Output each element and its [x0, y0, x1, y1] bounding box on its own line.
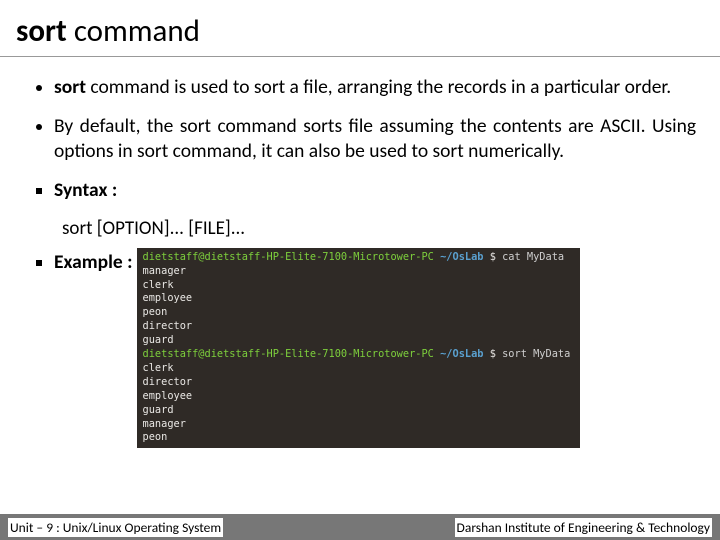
prompt-dollar: $ [490, 251, 496, 263]
square-bullet-icon [36, 260, 42, 266]
out-line: guard [143, 334, 174, 346]
syntax-label-text: Syntax : [54, 178, 117, 202]
title-bold: sort [16, 12, 67, 50]
prompt-path: ~/OsLab [440, 348, 483, 360]
footer-left: Unit – 9 : Unix/Linux Operating System [8, 518, 223, 537]
out-line: manager [143, 265, 186, 277]
page-title: sort command [0, 0, 720, 57]
example-row: Example : dietstaff@dietstaff-HP-Elite-7… [36, 250, 696, 448]
square-bullet-icon [36, 188, 42, 194]
out-line: director [143, 320, 193, 332]
prompt-dollar: $ [490, 348, 496, 360]
footer-right: Darshan Institute of Engineering & Techn… [455, 518, 712, 537]
cmd-1: cat MyData [502, 251, 564, 263]
out-line: guard [143, 404, 174, 416]
bullet-2: By default, the sort command sorts file … [36, 114, 696, 164]
bullet-1-text: sort command is used to sort a file, arr… [54, 75, 696, 100]
out-line: peon [143, 431, 168, 443]
example-label-text: Example : [54, 250, 133, 275]
prompt-user: dietstaff@dietstaff-HP-Elite-7100-Microt… [143, 348, 434, 360]
out-line: employee [143, 390, 193, 402]
bullet-2-text: By default, the sort command sorts file … [54, 114, 696, 164]
syntax-label: Syntax : [54, 178, 696, 203]
terminal-screenshot: dietstaff@dietstaff-HP-Elite-7100-Microt… [137, 248, 580, 448]
syntax-line: sort [OPTION]... [FILE]... [62, 217, 696, 240]
bullet-icon [36, 85, 42, 91]
out-line: clerk [143, 279, 174, 291]
prompt-user: dietstaff@dietstaff-HP-Elite-7100-Microt… [143, 251, 434, 263]
bullet-1-bold: sort [54, 75, 86, 99]
cmd-2: sort MyData [502, 348, 570, 360]
title-rest: command [67, 12, 200, 50]
bullet-1: sort command is used to sort a file, arr… [36, 75, 696, 100]
out-line: peon [143, 306, 168, 318]
example-heading: Example : [36, 250, 133, 275]
out-line: director [143, 376, 193, 388]
syntax-heading: Syntax : [36, 178, 696, 203]
out-line: manager [143, 418, 186, 430]
slide: sort command sort command is used to sor… [0, 0, 720, 540]
prompt-path: ~/OsLab [440, 251, 483, 263]
bullet-icon [36, 124, 42, 130]
out-line: employee [143, 292, 193, 304]
out-line: clerk [143, 362, 174, 374]
content-area: sort command is used to sort a file, arr… [0, 57, 720, 448]
bullet-1-rest: command is used to sort a file, arrangin… [86, 75, 671, 99]
